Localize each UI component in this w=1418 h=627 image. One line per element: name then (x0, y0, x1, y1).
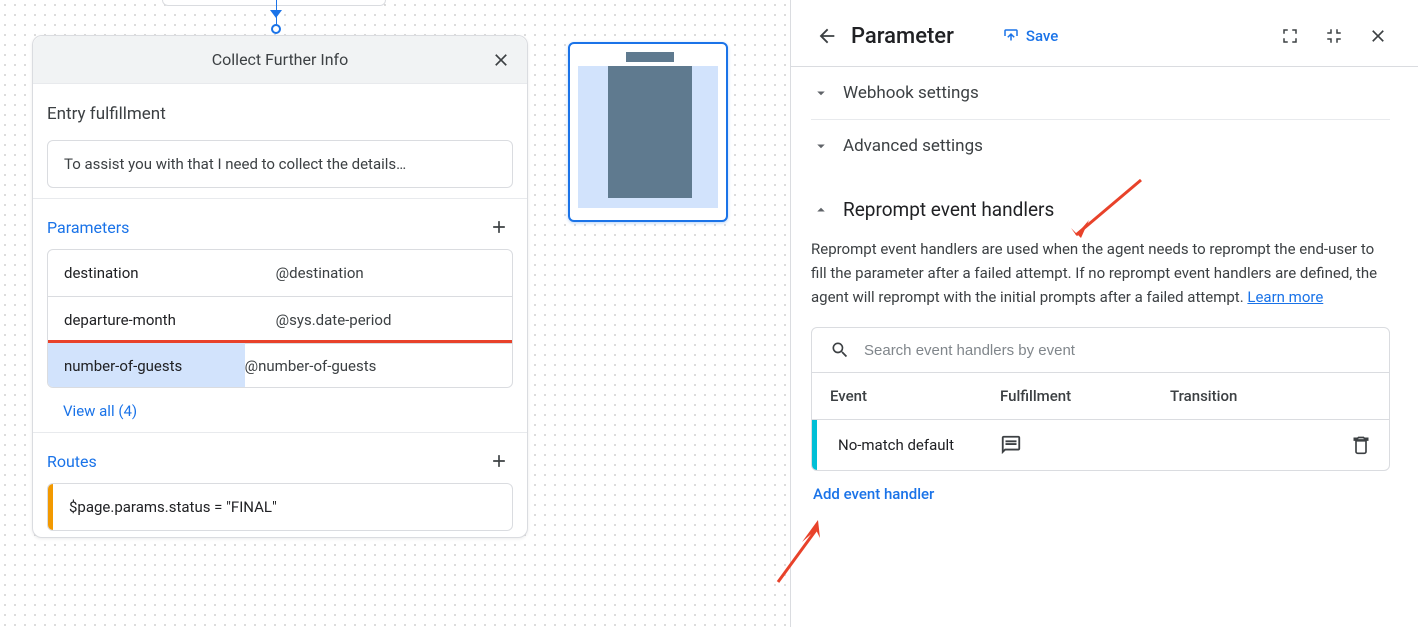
panel-header: Parameter Save (811, 12, 1390, 60)
th-fulfillment: Fulfillment (1000, 387, 1170, 405)
chevron-down-icon (811, 83, 831, 103)
add-event-handler-link[interactable]: Add event handler (811, 471, 1390, 517)
entry-fulfillment-text[interactable]: To assist you with that I need to collec… (47, 140, 513, 188)
minimap-node (608, 66, 692, 198)
collapse-icon[interactable] (1322, 24, 1346, 48)
minimap-top (626, 52, 674, 62)
search-row[interactable] (812, 328, 1389, 373)
parameter-row-departure-month[interactable]: departure-month @sys.date-period (48, 297, 512, 344)
parameters-section: Parameters destination @destination depa… (33, 198, 527, 432)
parameters-label[interactable]: Parameters (47, 218, 129, 237)
connector-endpoint (271, 24, 281, 34)
close-icon[interactable] (487, 46, 515, 74)
event-handlers-table: Event Fulfillment Transition No-match de… (811, 327, 1390, 471)
learn-more-link[interactable]: Learn more (1247, 288, 1323, 306)
expand-icon[interactable] (1278, 24, 1302, 48)
reprompt-heading[interactable]: Reprompt event handlers (811, 172, 1390, 237)
param-name: departure-month (64, 311, 276, 329)
route-item[interactable]: $page.params.status = "FINAL" (47, 483, 513, 531)
chevron-up-icon (811, 200, 831, 220)
advanced-label: Advanced settings (843, 136, 983, 156)
view-all-link[interactable]: View all (4) (47, 388, 513, 426)
th-event: Event (830, 387, 1000, 405)
parameter-row-destination[interactable]: destination @destination (48, 250, 512, 297)
row-event: No-match default (826, 436, 1000, 454)
page-title: Collect Further Info (212, 50, 348, 69)
flow-canvas[interactable]: Collect Further Info Entry fulfillment T… (0, 0, 790, 627)
table-row[interactable]: No-match default (812, 420, 1389, 470)
page-card-header: Collect Further Info (33, 36, 527, 84)
param-type: @destination (276, 264, 496, 282)
prev-node-fragment (162, 0, 386, 6)
back-icon[interactable] (811, 20, 843, 52)
entry-fulfillment-label[interactable]: Entry fulfillment (47, 100, 513, 128)
webhook-settings-row[interactable]: Webhook settings (811, 67, 1390, 120)
right-panel: Parameter Save Webhook settings Advanced (790, 0, 1418, 627)
search-input[interactable] (864, 342, 1371, 359)
message-icon (1000, 434, 1022, 456)
advanced-settings-row[interactable]: Advanced settings (811, 120, 1390, 172)
routes-section: Routes $page.params.status = "FINAL" (33, 432, 527, 537)
parameter-row-number-of-guests[interactable]: number-of-guests @number-of-guests (47, 343, 513, 388)
chevron-down-icon (811, 136, 831, 156)
save-button[interactable]: Save (1002, 27, 1058, 45)
save-label: Save (1026, 27, 1058, 45)
panel-title: Parameter (851, 24, 954, 49)
delete-icon[interactable] (1351, 435, 1371, 455)
flow-minimap[interactable] (568, 42, 728, 222)
route-condition: $page.params.status = "FINAL" (53, 484, 293, 530)
th-transition: Transition (1170, 387, 1371, 405)
param-type: @number-of-guests (245, 357, 466, 375)
reprompt-description: Reprompt event handlers are used when th… (811, 237, 1390, 327)
add-parameter-button[interactable] (485, 213, 513, 241)
page-card[interactable]: Collect Further Info Entry fulfillment T… (32, 35, 528, 538)
routes-label[interactable]: Routes (47, 452, 97, 471)
close-panel-icon[interactable] (1366, 24, 1390, 48)
entry-fulfillment-section: Entry fulfillment To assist you with tha… (33, 84, 527, 198)
table-header: Event Fulfillment Transition (812, 373, 1389, 420)
webhook-label: Webhook settings (843, 83, 979, 103)
parameter-list: destination @destination departure-month… (47, 249, 513, 388)
add-route-button[interactable] (485, 447, 513, 475)
reprompt-title: Reprompt event handlers (843, 198, 1054, 221)
param-name: number-of-guests (47, 343, 245, 388)
connector-arrowhead (270, 10, 282, 18)
search-icon (830, 340, 850, 360)
param-name: destination (64, 264, 276, 282)
param-type: @sys.date-period (276, 311, 496, 329)
